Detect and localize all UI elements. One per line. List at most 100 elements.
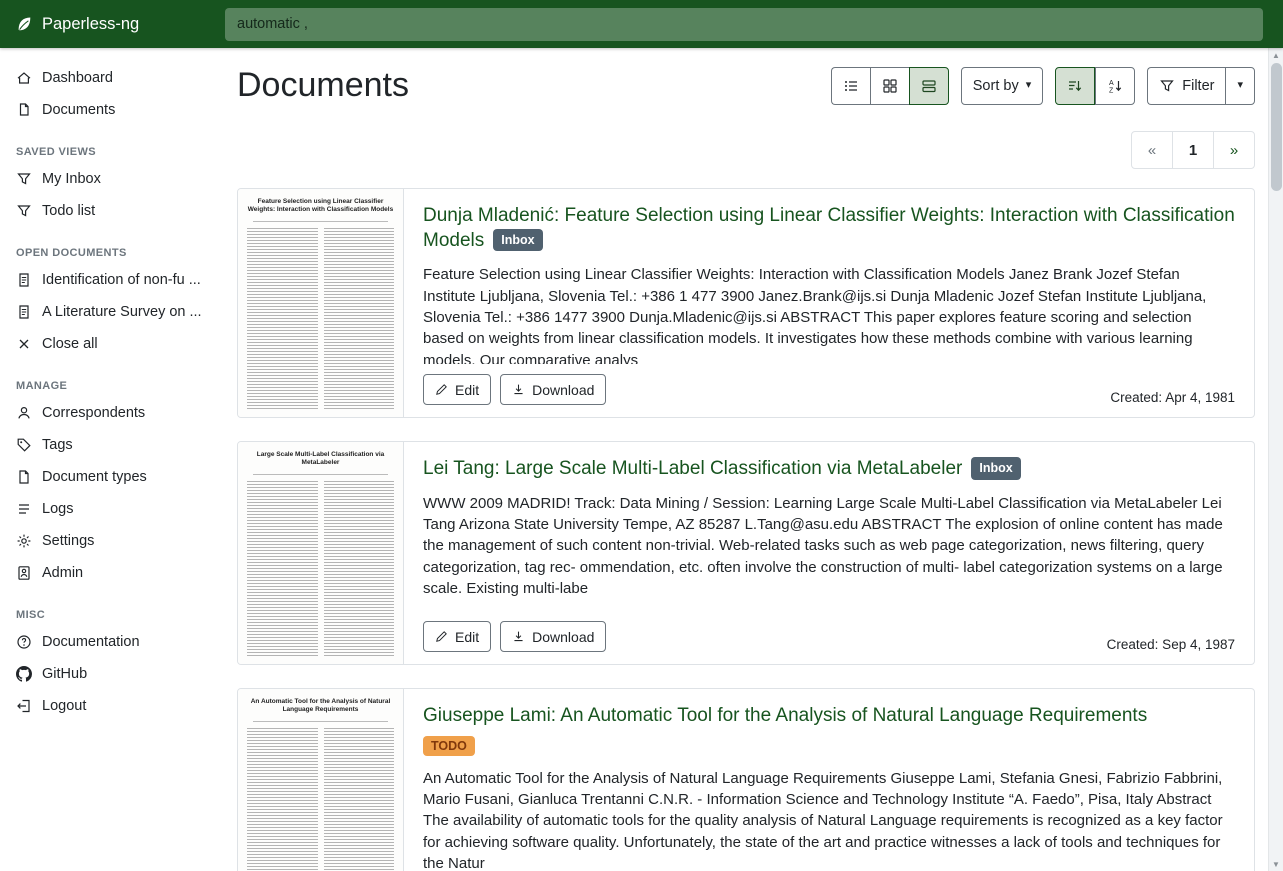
document-thumbnail[interactable]: An Automatic Tool for the Analysis of Na… bbox=[238, 689, 404, 871]
view-list-button[interactable] bbox=[831, 67, 870, 105]
document-thumbnail[interactable]: Feature Selection using Linear Classifie… bbox=[238, 189, 404, 417]
grid-view-icon bbox=[882, 78, 898, 94]
sidebar-item-my-inbox[interactable]: My Inbox bbox=[0, 163, 213, 195]
list-view-icon bbox=[843, 78, 859, 94]
tag-badge-inbox[interactable]: Inbox bbox=[493, 229, 542, 252]
sidebar-item-label: Identification of non-fu ... bbox=[42, 272, 201, 288]
funnel-icon bbox=[16, 171, 32, 187]
sidebar-section-open-documents: OPEN DOCUMENTS bbox=[0, 227, 213, 264]
tag-badge-todo[interactable]: TODO bbox=[423, 736, 475, 757]
sidebar-item-settings[interactable]: Settings bbox=[0, 525, 213, 557]
sidebar-item-label: Documents bbox=[42, 102, 115, 118]
chevron-down-icon: ▾ bbox=[1026, 80, 1032, 91]
chevron-down-icon: ▾ bbox=[1237, 80, 1243, 91]
file-text-icon bbox=[16, 272, 32, 288]
sidebar-item-logout[interactable]: Logout bbox=[0, 690, 213, 722]
thumbnail-text-lines bbox=[247, 728, 394, 871]
sidebar-item-documentation[interactable]: Documentation bbox=[0, 626, 213, 658]
document-title-link[interactable]: Dunja Mladenić: Feature Selection using … bbox=[423, 205, 1235, 251]
thumbnail-title: Large Scale Multi-Label Classification v… bbox=[247, 451, 394, 468]
download-icon bbox=[512, 383, 525, 396]
sidebar-item-label: Admin bbox=[42, 565, 83, 581]
sidebar-item-label: Correspondents bbox=[42, 405, 145, 421]
pagination-page-1[interactable]: 1 bbox=[1172, 131, 1214, 169]
logout-icon bbox=[16, 698, 32, 714]
document-card-body: Dunja Mladenić: Feature Selection using … bbox=[404, 189, 1254, 417]
tag-icon bbox=[16, 437, 32, 453]
thumbnail-divider bbox=[253, 721, 388, 722]
pencil-icon bbox=[435, 383, 448, 396]
documents-toolbar: Sort by ▾ AZ Filter bbox=[831, 67, 1255, 105]
download-icon bbox=[512, 630, 525, 643]
scroll-up-arrow[interactable]: ▲ bbox=[1269, 48, 1283, 62]
scroll-down-arrow[interactable]: ▼ bbox=[1269, 857, 1283, 871]
sidebar-item-label: Documentation bbox=[42, 634, 140, 650]
document-excerpt: WWW 2009 MADRID! Track: Data Mining / Se… bbox=[423, 493, 1235, 599]
sidebar-item-open-doc-2[interactable]: A Literature Survey on ... bbox=[0, 296, 213, 328]
funnel-icon bbox=[1159, 78, 1175, 94]
document-card: An Automatic Tool for the Analysis of Na… bbox=[237, 688, 1255, 871]
sidebar-item-close-all[interactable]: Close all bbox=[0, 328, 213, 360]
sidebar-item-dashboard[interactable]: Dashboard bbox=[0, 62, 213, 94]
view-details-button[interactable] bbox=[909, 67, 949, 105]
download-button[interactable]: Download bbox=[500, 374, 606, 405]
view-grid-button[interactable] bbox=[870, 67, 909, 105]
pagination-next-button[interactable]: » bbox=[1213, 131, 1255, 169]
svg-text:Z: Z bbox=[1109, 87, 1114, 94]
sort-alpha-down-icon: AZ bbox=[1107, 78, 1123, 94]
filter-split-button: Filter ▾ bbox=[1147, 67, 1255, 105]
global-search-input[interactable] bbox=[225, 8, 1263, 41]
sidebar-item-document-types[interactable]: Document types bbox=[0, 461, 213, 493]
sidebar-item-correspondents[interactable]: Correspondents bbox=[0, 397, 213, 429]
filter-button[interactable]: Filter bbox=[1147, 67, 1225, 105]
leaf-logo-icon bbox=[15, 15, 33, 33]
app-brand-label: Paperless-ng bbox=[42, 15, 139, 34]
sidebar-item-label: Todo list bbox=[42, 203, 95, 219]
document-card: Feature Selection using Linear Classifie… bbox=[237, 188, 1255, 418]
document-card-body: Lei Tang: Large Scale Multi-Label Classi… bbox=[404, 442, 1254, 664]
sort-alpha-button[interactable]: AZ bbox=[1095, 67, 1135, 105]
sort-by-dropdown[interactable]: Sort by ▾ bbox=[961, 67, 1043, 105]
document-title-link[interactable]: Giuseppe Lami: An Automatic Tool for the… bbox=[423, 705, 1147, 726]
document-thumbnail[interactable]: Large Scale Multi-Label Classification v… bbox=[238, 442, 404, 664]
sidebar-item-label: Tags bbox=[42, 437, 73, 453]
sidebar-item-admin[interactable]: Admin bbox=[0, 557, 213, 589]
sidebar-section-saved-views: SAVED VIEWS bbox=[0, 126, 213, 163]
search-bar bbox=[213, 8, 1283, 41]
edit-button[interactable]: Edit bbox=[423, 621, 491, 652]
sidebar-item-label: A Literature Survey on ... bbox=[42, 304, 202, 320]
filter-label: Filter bbox=[1182, 78, 1214, 94]
edit-button-label: Edit bbox=[455, 382, 479, 398]
sidebar-item-todo-list[interactable]: Todo list bbox=[0, 195, 213, 227]
file-icon bbox=[16, 469, 32, 485]
pencil-icon bbox=[435, 630, 448, 643]
details-view-icon bbox=[921, 78, 937, 94]
sidebar-item-label: GitHub bbox=[42, 666, 87, 682]
house-icon bbox=[16, 70, 32, 86]
scrollbar-thumb[interactable] bbox=[1271, 63, 1282, 191]
close-icon bbox=[16, 336, 32, 352]
thumbnail-divider bbox=[253, 474, 388, 475]
person-badge-icon bbox=[16, 565, 32, 581]
tag-badge-inbox[interactable]: Inbox bbox=[971, 457, 1020, 480]
thumbnail-text-lines bbox=[247, 481, 394, 657]
sidebar-item-open-doc-1[interactable]: Identification of non-fu ... bbox=[0, 264, 213, 296]
vertical-scrollbar[interactable]: ▲ ▼ bbox=[1268, 48, 1283, 871]
download-button[interactable]: Download bbox=[500, 621, 606, 652]
download-button-label: Download bbox=[532, 382, 594, 398]
sidebar-item-documents[interactable]: Documents bbox=[0, 94, 213, 126]
pagination-prev-button[interactable]: « bbox=[1131, 131, 1173, 169]
sidebar-section-manage: MANAGE bbox=[0, 360, 213, 397]
sidebar-item-tags[interactable]: Tags bbox=[0, 429, 213, 461]
sort-descending-button[interactable] bbox=[1055, 67, 1095, 105]
sidebar-item-github[interactable]: GitHub bbox=[0, 658, 213, 690]
sidebar-item-logs[interactable]: Logs bbox=[0, 493, 213, 525]
sidebar-item-label: My Inbox bbox=[42, 171, 101, 187]
funnel-icon bbox=[16, 203, 32, 219]
main-content: Documents Sort by ▾ bbox=[213, 48, 1283, 871]
document-title-link[interactable]: Lei Tang: Large Scale Multi-Label Classi… bbox=[423, 458, 962, 479]
document-excerpt: An Automatic Tool for the Analysis of Na… bbox=[423, 768, 1235, 871]
app-brand[interactable]: Paperless-ng bbox=[0, 15, 213, 34]
edit-button[interactable]: Edit bbox=[423, 374, 491, 405]
filter-caret-button[interactable]: ▾ bbox=[1225, 67, 1255, 105]
